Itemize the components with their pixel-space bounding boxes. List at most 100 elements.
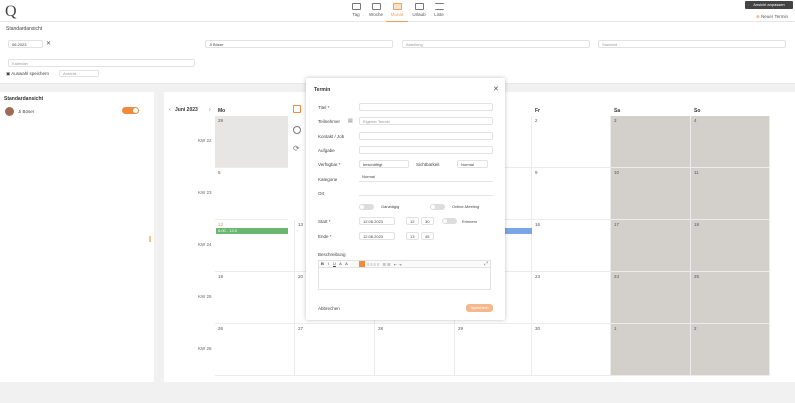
category-select[interactable]: Normal <box>359 174 493 182</box>
location-select[interactable]: Standort <box>598 40 786 48</box>
cancel-button[interactable]: Abbrechen <box>318 306 340 311</box>
day-cell[interactable]: 2 <box>691 324 770 376</box>
end-date-input[interactable]: 12.06.2023 <box>359 232 395 240</box>
day-cell[interactable]: 9 <box>532 168 611 220</box>
day-cell[interactable]: 26 <box>215 324 295 376</box>
clear-date-icon[interactable]: ✕ <box>46 40 51 47</box>
person-tab-icon[interactable] <box>293 126 301 134</box>
day-number: 25 <box>694 274 700 279</box>
person-select[interactable]: Ji Böser <box>205 40 393 48</box>
font-color-button[interactable]: A <box>338 261 343 266</box>
day-cell[interactable]: 24 <box>611 272 691 324</box>
date-select[interactable]: 06.2023 <box>8 40 43 48</box>
save-icon: ▣ <box>6 71 11 76</box>
contact-label: Kontakt / Job <box>318 134 345 139</box>
task-input[interactable] <box>359 146 493 154</box>
day-cell[interactable]: 10 <box>611 168 691 220</box>
reminder-toggle[interactable] <box>442 218 457 224</box>
calendar-event[interactable]: 6:00 - 12:0 <box>216 228 288 234</box>
start-minute-input[interactable]: 30 <box>421 217 434 225</box>
day-number: 24 <box>614 274 620 279</box>
day-cell[interactable]: 23 <box>532 272 611 324</box>
contact-input[interactable] <box>359 132 493 140</box>
all-day-toggle[interactable] <box>359 204 374 210</box>
location-input[interactable] <box>359 188 493 196</box>
view-list-button[interactable]: Liste <box>428 2 450 22</box>
prev-month-button[interactable]: ‹ <box>169 107 171 113</box>
calendar-event-blue[interactable] <box>505 228 532 234</box>
day-cell[interactable]: 25 <box>691 272 770 324</box>
start-label: Start * <box>318 219 331 224</box>
end-hour-input[interactable]: 13 <box>406 232 419 240</box>
day-cell[interactable]: 2 <box>532 116 611 168</box>
day-cell[interactable]: 29 <box>215 116 295 168</box>
start-hour-input[interactable]: 12 <box>406 217 419 225</box>
adjust-view-button[interactable]: Ansicht anpassen <box>745 1 793 9</box>
day-cell[interactable]: 17 <box>611 220 691 272</box>
day-cell[interactable]: 29 <box>455 324 532 376</box>
view-week-button[interactable]: Woche <box>365 2 387 22</box>
day-cell[interactable]: 27 <box>295 324 375 376</box>
italic-button[interactable]: I <box>326 261 331 266</box>
plus-icon: ⊕ <box>756 14 760 19</box>
month-title: Juni 2023 <box>175 107 198 113</box>
day-number: 29 <box>458 326 464 331</box>
view-month-button[interactable]: Monat <box>386 2 408 22</box>
day-number: 16 <box>535 222 541 227</box>
start-date-input[interactable]: 12.06.2023 <box>359 217 395 225</box>
day-cell[interactable]: 1 <box>611 324 691 376</box>
view-vacation-button[interactable]: Urlaub <box>408 2 430 22</box>
align-icons[interactable]: ≡≡≡≡ ☰☰ ⇤⇥ <box>367 262 407 267</box>
section-title: Standardansicht <box>6 26 43 32</box>
day-cell[interactable]: 18 <box>691 220 770 272</box>
save-button[interactable]: Speichern <box>466 304 493 312</box>
save-selection-button[interactable]: ▣ Auswahl speichern <box>6 71 49 77</box>
day-cell[interactable]: 4 <box>691 116 770 168</box>
online-meeting-label: Online-Meeting <box>452 204 480 209</box>
day-number: 2 <box>694 326 697 331</box>
title-input[interactable] <box>359 103 493 111</box>
expand-icon[interactable]: ⤢ <box>484 261 488 267</box>
highlight-button[interactable]: A <box>344 261 349 266</box>
day-cell[interactable]: 28 <box>375 324 455 376</box>
week-number: KW 24 <box>198 242 212 247</box>
day-cell[interactable]: 11 <box>691 168 770 220</box>
person-panel-title: Standardansicht <box>4 96 44 102</box>
description-editor[interactable] <box>318 268 491 290</box>
availability-select[interactable]: beschäftigt <box>359 160 409 168</box>
view-day-button[interactable]: Tag <box>345 2 367 22</box>
participants-input[interactable]: Eigener Termin <box>359 117 493 125</box>
person-toggle[interactable] <box>122 107 139 114</box>
day-number: 12 <box>218 222 224 227</box>
day-header-sa: Sa <box>614 108 621 114</box>
color-swatch-icon[interactable] <box>359 261 365 267</box>
online-meeting-toggle[interactable] <box>430 204 445 210</box>
visibility-select[interactable]: Normal <box>457 160 488 168</box>
close-icon[interactable]: ✕ <box>493 85 499 93</box>
recurrence-tab-icon[interactable]: ⟳ <box>293 144 300 153</box>
calendar-tab-icon[interactable] <box>293 105 301 113</box>
day-number: 3 <box>614 118 617 123</box>
day-cell[interactable]: 16 <box>532 220 611 272</box>
day-cell[interactable]: 3 <box>611 116 691 168</box>
department-select[interactable]: Abteilung <box>402 40 590 48</box>
day-cell[interactable]: 30 <box>532 324 611 376</box>
app-logo[interactable]: Q <box>5 3 17 21</box>
list-icon <box>434 3 444 10</box>
day-icon <box>351 3 361 10</box>
bold-button[interactable]: B <box>320 261 325 266</box>
end-minute-input[interactable]: 45 <box>421 232 434 240</box>
next-month-button[interactable]: › <box>209 107 211 113</box>
new-appointment-button[interactable]: ⊕ Neuer Termin <box>756 14 788 20</box>
day-number: 11 <box>694 170 699 175</box>
calendar-select[interactable]: Kalender <box>8 59 195 67</box>
week-icon <box>371 3 381 10</box>
saved-view-select[interactable]: Ansicht... <box>59 70 99 77</box>
resize-handle[interactable] <box>149 236 151 242</box>
location-label: Ort <box>318 191 325 196</box>
calendar-icon[interactable]: ▤ <box>348 118 353 124</box>
underline-button[interactable]: U <box>332 261 337 266</box>
day-cell[interactable]: 19 <box>215 272 295 324</box>
visibility-label: Sichtbarkeit <box>416 162 440 167</box>
day-cell[interactable]: 5 <box>215 168 295 220</box>
